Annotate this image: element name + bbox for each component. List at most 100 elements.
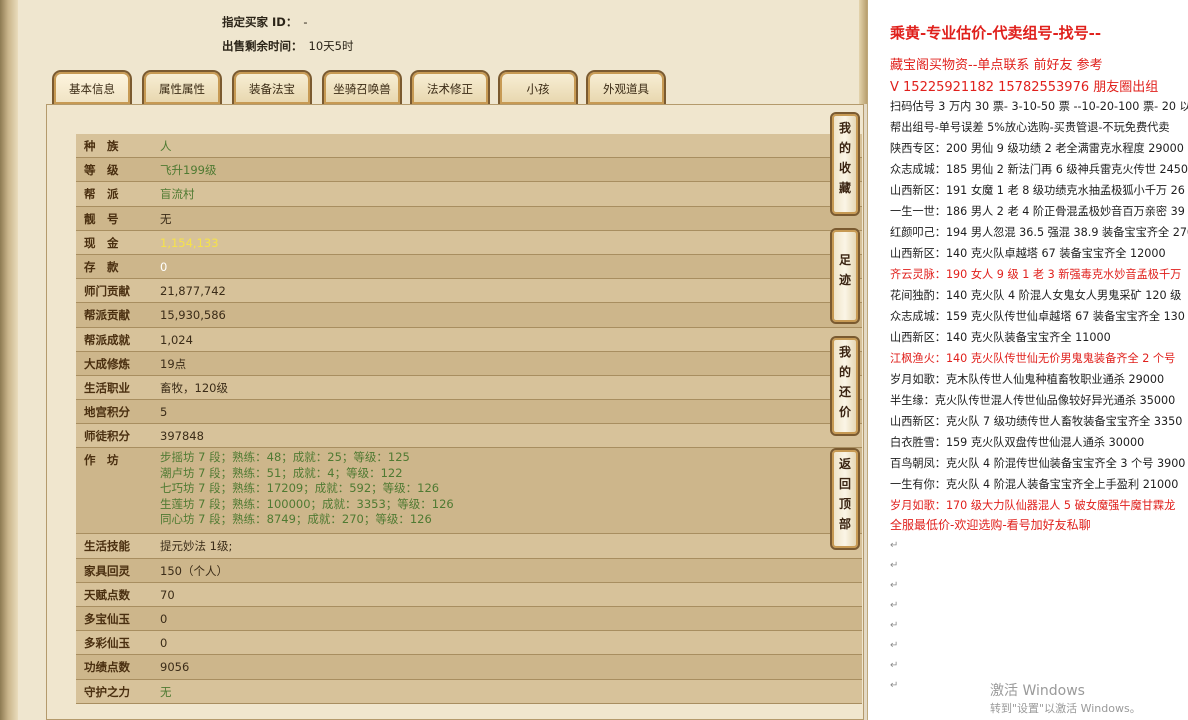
row-value: 9056 — [160, 660, 190, 675]
table-row: 生活职业 畜牧，120级 — [76, 375, 862, 401]
row-value: 150（个人） — [160, 563, 228, 578]
tab-appearance[interactable]: 外观道具 — [586, 70, 666, 104]
my-favorites-button[interactable]: 我的收藏 — [830, 112, 860, 216]
row-label: 生活职业 — [84, 380, 130, 395]
buyer-id-label: 指定买家 ID： — [222, 15, 298, 29]
tab-children[interactable]: 小孩 — [498, 70, 578, 104]
row-value: 提元妙法 1级; — [160, 539, 233, 554]
doc-footer: 全服最低价-欢迎选购-看号加好友私聊 — [890, 518, 1091, 532]
row-label: 地宫积分 — [84, 405, 130, 420]
workshop-line: 七巧坊 7 段；熟练：17209；成就：592；等级：126 — [160, 481, 440, 496]
doc-line: 山西新区：191 女魔 1 老 8 级功绩克水抽孟极狐小千万 26 — [890, 184, 1185, 197]
row-value: 无 — [160, 211, 172, 226]
table-row: 大成修炼 19点 — [76, 351, 862, 376]
row-value: 19点 — [160, 356, 187, 371]
row-value: 人 — [160, 139, 172, 153]
doc-line: 山西新区：克火队 7 级功绩传世人畜牧装备宝宝齐全 3350 — [890, 415, 1183, 428]
doc-line: 众志成城：185 男仙 2 新法门再 6 级神兵雷克火传世 2450 — [890, 163, 1188, 176]
workshop-line: 生莲坊 7 段；熟练：100000；成就：3353；等级：126 — [160, 496, 454, 511]
row-label: 守护之力 — [84, 684, 130, 699]
row-value: 0 — [160, 636, 168, 651]
paragraph-mark-icon: ↵ — [890, 560, 899, 571]
row-value: 21,877,742 — [160, 284, 226, 299]
tab-attributes[interactable]: 属性属性 — [142, 70, 222, 104]
row-label: 天赋点数 — [84, 587, 130, 602]
table-row: 存 款 0 — [76, 254, 862, 280]
row-value: 无 — [160, 684, 172, 699]
row-value: 397848 — [160, 429, 204, 444]
workshop-list: 步摇坊 7 段；熟练：48；成就：25；等级：125 潮卢坊 7 段；熟练：51… — [160, 450, 454, 527]
table-row: 靓 号无 — [76, 206, 862, 231]
doc-phone: V 15225921182 15782553976 朋友圈出组 — [890, 80, 1159, 95]
buyer-id-info: 指定买家 ID： - — [222, 14, 307, 30]
doc-line: 扫码估号 3 万内 30 票- 3-10-50 票 --10-20-100 票-… — [890, 100, 1188, 113]
my-counter-offers-button[interactable]: 我的还价 — [830, 336, 860, 436]
tab-equipment[interactable]: 装备法宝 — [232, 70, 312, 104]
row-value: 盲流村 — [160, 187, 195, 202]
row-value: 5 — [160, 405, 168, 420]
back-to-top-button[interactable]: 返回顶部 — [830, 448, 860, 550]
game-window: 指定买家 ID： - 出售剩余时间： 10天5时 基本信息 属性属性 装备法宝 坐骑… — [0, 0, 868, 720]
row-label: 多彩仙玉 — [84, 636, 130, 651]
table-row: 天赋点数 70 — [76, 582, 862, 607]
tab-basic-info[interactable]: 基本信息 — [52, 70, 132, 104]
row-value: 畜牧，120级 — [160, 380, 228, 395]
workshop-row: 作 坊 步摇坊 7 段；熟练：48；成就：25；等级：125 潮卢坊 7 段；熟… — [76, 448, 862, 535]
table-row: 生活技能 提元妙法 1级; — [76, 534, 862, 559]
workshop-line: 步摇坊 7 段；熟练：48；成就：25；等级：125 — [160, 450, 410, 465]
doc-line: 陕西专区：200 男仙 9 级功绩 2 老全满雷克水程度 29000 — [890, 142, 1184, 155]
doc-line: 白衣胜雪：159 克火队双盘传世仙混人通杀 30000 — [890, 436, 1145, 449]
doc-line: 岁月如歌：克木队传世人仙鬼种植畜牧职业通杀 29000 — [890, 373, 1165, 386]
window-frame-left — [0, 0, 18, 720]
paragraph-mark-icon: ↵ — [890, 680, 899, 691]
row-label: 生活技能 — [84, 539, 130, 554]
table-row: 种 族人 — [76, 134, 862, 159]
row-label: 存 款 — [84, 259, 119, 274]
table-row: 家具回灵 150（个人） — [76, 558, 862, 583]
row-label: 现 金 — [84, 235, 119, 250]
tab-mounts-pets[interactable]: 坐骑召唤兽 — [322, 70, 402, 104]
row-value: 15,930,586 — [160, 308, 226, 323]
tab-spell-modifiers[interactable]: 法术修正 — [410, 70, 490, 104]
doc-line: 齐云灵脉：190 女人 9 级 1 老 3 新强毒克水妙音孟极千万 — [890, 268, 1182, 281]
table-row: 帮 派 盲流村 — [76, 182, 862, 207]
doc-line: 一生有你：克火队 4 阶混人装备宝宝齐全上手盈利 21000 — [890, 478, 1179, 491]
row-value: 70 — [160, 587, 175, 602]
activation-watermark: 激活 Windows — [990, 683, 1085, 699]
row-label: 种 族 — [84, 139, 119, 153]
page-scrollbar[interactable] — [864, 104, 867, 720]
doc-line: 众志成城：159 克火队传世仙卓越塔 67 装备宝宝齐全 130 — [890, 310, 1185, 323]
row-label: 帮派贡献 — [84, 308, 130, 323]
doc-line: 百鸟朝凤：克火队 4 阶混传世仙装备宝宝齐全 3 个号 3900 — [890, 457, 1186, 470]
workshop-line: 同心坊 7 段；熟练：8749；成就：270；等级：126 — [160, 512, 432, 527]
doc-line: 花间独酌：140 克火队 4 阶混人女鬼女人男鬼采矿 120 级 — [890, 289, 1182, 302]
row-label: 等 级 — [84, 163, 119, 178]
info-table: 种 族人 等 级飞升199级 帮 派盲流村 靓 号无 现 金 1,154,133 … — [76, 134, 862, 704]
text-document: 乘黄-专业估价-代卖组号-找号-- 藏宝阁买物资--单点联系 前好友 参考 V … — [876, 0, 1188, 720]
doc-title: 乘黄-专业估价-代卖组号-找号-- — [890, 24, 1102, 42]
button-label: 返回顶部 — [838, 457, 851, 531]
paragraph-mark-icon: ↵ — [890, 600, 899, 611]
row-label: 多宝仙玉 — [84, 612, 130, 626]
doc-line: 山西新区：140 克火队卓越塔 67 装备宝宝齐全 12000 — [890, 247, 1166, 260]
table-row: 现 金 1,154,133 — [76, 230, 862, 255]
button-label: 足迹 — [838, 253, 851, 287]
row-label: 靓 号 — [84, 211, 119, 226]
time-left-info: 出售剩余时间： 10天5时 — [222, 38, 353, 54]
doc-line: 山西新区：140 克火队装备宝宝齐全 11000 — [890, 331, 1111, 344]
table-row: 守护之力 无 — [76, 679, 862, 704]
doc-line: 岁月如歌：170 级大力队仙器混人 5 破女魔强牛魔甘霖龙 — [890, 499, 1176, 512]
table-row: 师徒积分 397848 — [76, 424, 862, 449]
table-row: 帮派成就 1,024 — [76, 327, 862, 352]
time-left-label: 出售剩余时间： — [222, 39, 303, 53]
table-row: 等 级 飞升199级 — [76, 158, 862, 183]
doc-subtitle: 藏宝阁买物资--单点联系 前好友 参考 — [890, 58, 1103, 73]
paragraph-mark-icon: ↵ — [890, 620, 899, 631]
row-label: 大成修炼 — [84, 356, 130, 371]
footprints-button[interactable]: 足迹 — [830, 228, 860, 324]
paragraph-mark-icon: ↵ — [890, 580, 899, 591]
workshop-line: 潮卢坊 7 段；熟练：51；成就：4；等级：122 — [160, 465, 403, 480]
doc-line: 半生缘：克火队传世混人传世仙品像较好异光通杀 35000 — [890, 394, 1176, 407]
buyer-id-value: - — [303, 15, 308, 29]
row-value: 1,024 — [160, 332, 193, 347]
